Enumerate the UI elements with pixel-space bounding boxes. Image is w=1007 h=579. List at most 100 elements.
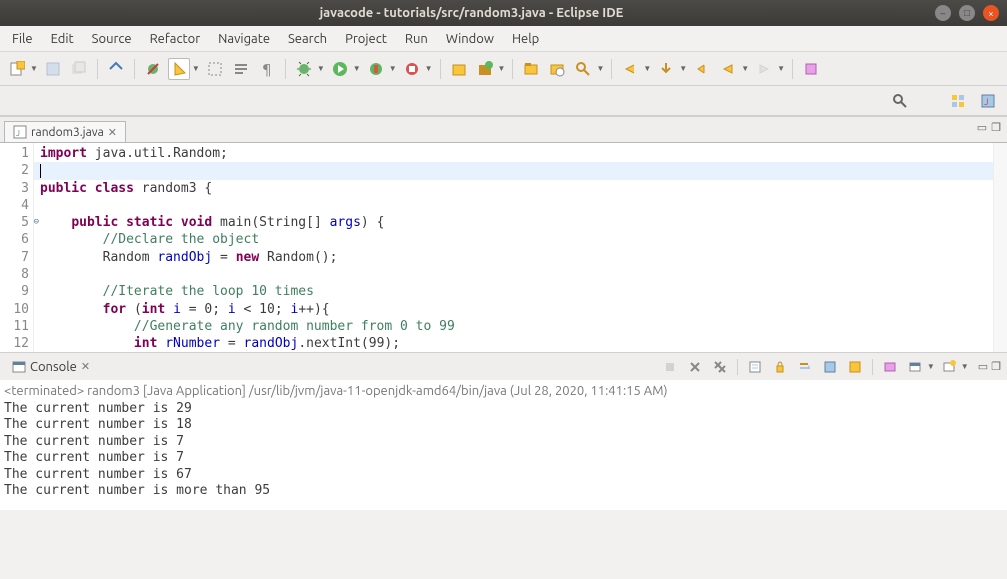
editor-tab-random3[interactable]: J random3.java ✕ [4, 121, 126, 142]
window-titlebar: javacode - tutorials/src/random3.java - … [0, 0, 1007, 26]
forward-button[interactable] [753, 58, 775, 80]
new-button[interactable] [6, 58, 28, 80]
code-line[interactable]: //Iterate the loop 10 times [40, 283, 987, 300]
menu-search[interactable]: Search [280, 29, 335, 49]
skip-breakpoints-button[interactable] [142, 58, 164, 80]
dropdown-icon[interactable]: ▼ [777, 64, 785, 73]
display-selected-console-button[interactable] [904, 356, 926, 378]
main-toolbar: ▼ ▼ ¶ ▼ ▼ ▼ ▼ ▼ ▼ ▼ ▼ ▼ ▼ [0, 52, 1007, 86]
code-line[interactable]: //Generate any random number from 0 to 9… [40, 318, 987, 335]
dropdown-icon[interactable]: ▼ [643, 64, 651, 73]
console-tab-bar: Console ✕ ▼ ▼ ▭ ❐ [0, 352, 1007, 380]
console-output[interactable]: <terminated> random3 [Java Application] … [0, 380, 1007, 510]
code-line[interactable] [40, 162, 987, 179]
code-line[interactable]: import java.util.Random; [40, 145, 987, 162]
console-line: The current number is 7 [4, 434, 1003, 451]
code-line[interactable]: Random randObj = new Random(); [40, 249, 987, 266]
maximize-icon[interactable]: ❐ [991, 121, 1001, 134]
code-line[interactable]: int rNumber = randObj.nextInt(99); [40, 335, 987, 352]
save-button[interactable] [42, 58, 64, 80]
open-console-button[interactable] [879, 356, 901, 378]
window-close-button[interactable]: × [983, 5, 999, 21]
menu-project[interactable]: Project [337, 29, 395, 49]
line-number-gutter: 12345⊖67891011121314 [0, 143, 34, 352]
overview-ruler[interactable] [993, 143, 1007, 352]
dropdown-icon[interactable]: ▼ [30, 64, 38, 73]
window-maximize-button[interactable]: □ [959, 5, 975, 21]
dropdown-icon[interactable]: ▼ [961, 362, 969, 371]
run-button[interactable] [329, 58, 351, 80]
new-console-button[interactable] [938, 356, 960, 378]
terminate-button[interactable] [659, 356, 681, 378]
dropdown-icon[interactable]: ▼ [596, 64, 604, 73]
paragraph-button[interactable]: ¶ [256, 58, 278, 80]
dropdown-icon[interactable]: ▼ [389, 64, 397, 73]
close-console-icon[interactable]: ✕ [81, 360, 90, 373]
dropdown-icon[interactable]: ▼ [317, 64, 325, 73]
menu-window[interactable]: Window [438, 29, 502, 49]
close-tab-icon[interactable]: ✕ [108, 126, 117, 139]
window-minimize-button[interactable]: – [935, 5, 951, 21]
menu-help[interactable]: Help [504, 29, 547, 49]
scroll-lock-button[interactable] [769, 356, 791, 378]
svg-text:J: J [16, 129, 20, 138]
code-area[interactable]: import java.util.Random; public class ran… [34, 143, 993, 352]
menu-edit[interactable]: Edit [43, 29, 82, 49]
svg-text:J: J [984, 97, 988, 107]
last-edit-button[interactable] [619, 58, 641, 80]
minimize-view-icon[interactable]: ▭ [978, 360, 988, 373]
run-last-button[interactable] [401, 58, 423, 80]
maximize-view-icon[interactable]: ❐ [991, 360, 1001, 373]
save-all-button[interactable] [68, 58, 90, 80]
toggle-mark-button[interactable] [168, 58, 190, 80]
open-task-button[interactable] [546, 58, 568, 80]
dropdown-icon[interactable]: ▼ [741, 64, 749, 73]
word-wrap-button[interactable] [794, 356, 816, 378]
code-line[interactable] [40, 266, 987, 283]
remove-launch-button[interactable] [684, 356, 706, 378]
java-perspective-icon[interactable]: J [977, 90, 999, 112]
dropdown-icon[interactable]: ▼ [425, 64, 433, 73]
menu-file[interactable]: File [4, 29, 41, 49]
console-tab[interactable]: Console ✕ [6, 357, 96, 377]
code-line[interactable]: for (int i = 0; i < 10; i++){ [40, 301, 987, 318]
pin-console-button[interactable] [819, 356, 841, 378]
code-editor[interactable]: 12345⊖67891011121314 import java.util.Ra… [0, 142, 1007, 352]
show-when-output-button[interactable] [844, 356, 866, 378]
toggle-breadcrumb-button[interactable] [105, 58, 127, 80]
next-annotation-button[interactable] [655, 58, 677, 80]
new-java-project-button[interactable] [448, 58, 470, 80]
menu-run[interactable]: Run [397, 29, 436, 49]
dropdown-icon[interactable]: ▼ [498, 64, 506, 73]
line-number: 2 [0, 162, 29, 179]
clear-console-button[interactable] [744, 356, 766, 378]
back-button[interactable] [717, 58, 739, 80]
quick-search-icon[interactable] [889, 90, 911, 112]
remove-all-terminated-button[interactable] [709, 356, 731, 378]
menu-source[interactable]: Source [84, 29, 140, 49]
line-number: 5⊖ [0, 214, 29, 231]
toggle-block-selection-button[interactable] [204, 58, 226, 80]
dropdown-icon[interactable]: ▼ [927, 362, 935, 371]
show-whitespace-button[interactable] [230, 58, 252, 80]
minimize-icon[interactable]: ▭ [977, 121, 987, 134]
dropdown-icon[interactable]: ▼ [353, 64, 361, 73]
dropdown-icon[interactable]: ▼ [679, 64, 687, 73]
open-perspective-button[interactable] [947, 90, 969, 112]
window-title: javacode - tutorials/src/random3.java - … [8, 6, 935, 20]
code-line[interactable]: //Declare the object [40, 231, 987, 248]
code-line[interactable]: public static void main(String[] args) { [40, 214, 987, 231]
menu-navigate[interactable]: Navigate [210, 29, 278, 49]
debug-button[interactable] [293, 58, 315, 80]
code-line[interactable] [40, 197, 987, 214]
code-line[interactable]: public class random3 { [40, 180, 987, 197]
new-package-button[interactable] [474, 58, 496, 80]
menu-refactor[interactable]: Refactor [142, 29, 209, 49]
prev-edit-location-button[interactable] [691, 58, 713, 80]
pin-editor-button[interactable] [800, 58, 822, 80]
open-type-button[interactable] [520, 58, 542, 80]
search-button[interactable] [572, 58, 594, 80]
dropdown-icon[interactable]: ▼ [192, 64, 200, 73]
coverage-button[interactable] [365, 58, 387, 80]
line-number: 6 [0, 231, 29, 248]
